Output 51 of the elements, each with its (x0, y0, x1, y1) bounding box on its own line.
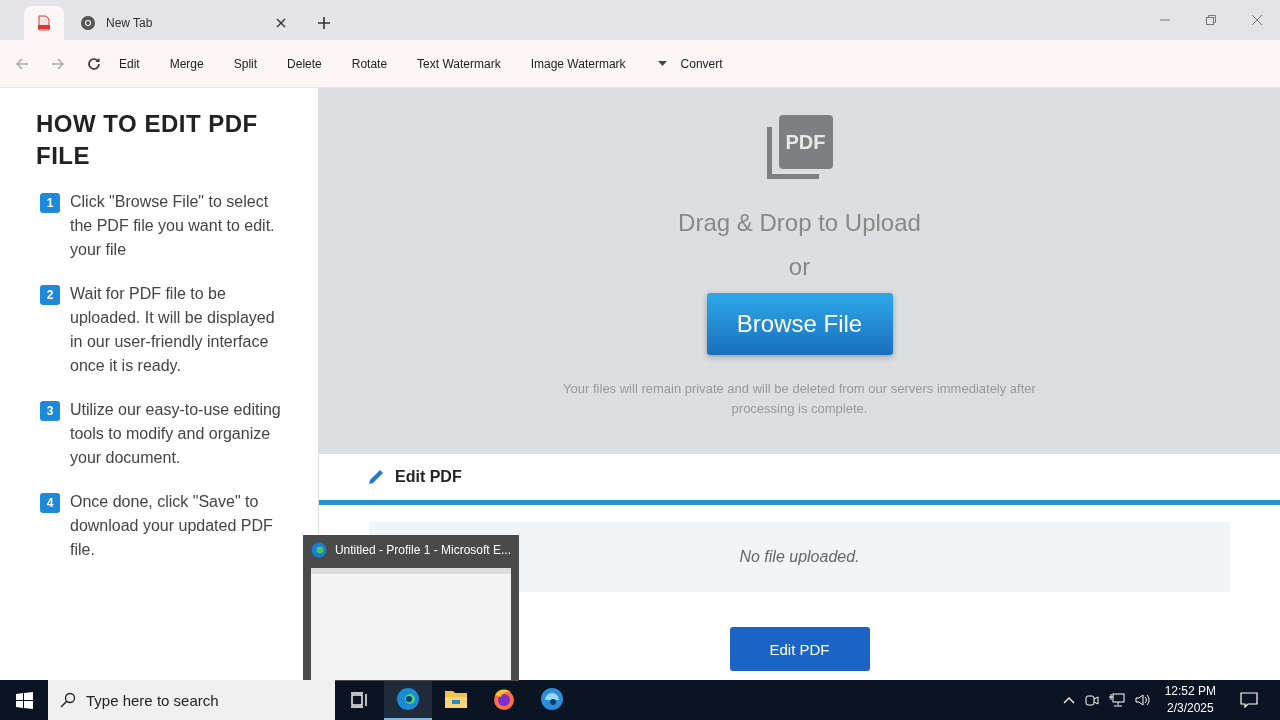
network-icon[interactable] (1108, 693, 1125, 707)
privacy-note: Your files will remain private and will be deleted from our servers immediately after processing is complete. (562, 380, 1037, 418)
caret-icon[interactable] (657, 61, 667, 66)
menu-link[interactable]: Split (233, 56, 258, 71)
camera-icon[interactable] (1084, 693, 1099, 707)
pdf-file-icon (37, 15, 51, 31)
step-number: 1 (40, 193, 60, 213)
step-number: 2 (40, 285, 60, 305)
globe-icon (80, 15, 96, 31)
firefox-icon (492, 687, 516, 711)
menu-link[interactable]: Convert (680, 56, 723, 71)
new-tab-icon[interactable] (318, 17, 330, 29)
guide-title: HOW TO EDIT PDF FILE (36, 109, 259, 171)
browser-tab[interactable] (24, 6, 64, 40)
tab-title: New Tab (106, 16, 154, 30)
task-view-icon[interactable] (351, 692, 369, 708)
pencil-icon (367, 468, 385, 486)
browser-icon (540, 687, 564, 711)
taskbar-app[interactable] (384, 680, 432, 720)
step-text: Once done, click "Save" to download your updated PDF file. (70, 492, 274, 560)
search-field[interactable]: Type here to search (48, 680, 335, 720)
edit-pdf-button[interactable]: Edit PDF (729, 627, 870, 671)
folder-icon (444, 688, 468, 710)
clock-date[interactable]: 2/3/2025 (1166, 700, 1214, 717)
step-number: 4 (40, 493, 60, 513)
menu-link[interactable]: Delete (287, 56, 322, 71)
reload-icon[interactable] (87, 56, 101, 71)
notification-icon[interactable] (1240, 692, 1258, 708)
menu-link[interactable]: Merge (169, 56, 204, 71)
upload-heading: Drag & Drop to Upload (678, 209, 921, 237)
windows-icon[interactable] (16, 691, 33, 709)
step-text: Click "Browse File" to select the PDF file you want to edit. your file (70, 192, 276, 260)
browser-icon (311, 542, 327, 558)
browser-icon (396, 687, 420, 711)
browser-tab[interactable]: New Tab (68, 6, 298, 40)
browse-file-button[interactable]: Browse File (706, 293, 893, 355)
clock-time[interactable]: 12:52 PM (1164, 683, 1216, 700)
menu-link[interactable]: Image Watermark (530, 56, 626, 71)
step-text: Wait for PDF file to be uploaded. It will be displayed in our user-friendly interface once it is ready. (70, 284, 276, 376)
or-text: or (788, 253, 811, 281)
step-text: Utilize our easy-to-use editing tools to modify and organize your document. (70, 400, 282, 468)
menu-link[interactable]: Text Watermark (417, 56, 501, 71)
volume-icon[interactable] (1134, 693, 1151, 707)
menu-link[interactable]: Edit (119, 56, 140, 71)
close-icon[interactable] (276, 18, 286, 28)
chevron-up-icon[interactable] (1062, 696, 1075, 704)
section-title: Edit PDF (395, 468, 462, 486)
window-preview[interactable]: Untitled - Profile 1 - Microsoft E... (303, 535, 519, 681)
restore-icon[interactable] (1206, 15, 1216, 25)
step-number: 3 (40, 401, 60, 421)
menu-link[interactable]: Rotate (351, 56, 388, 71)
